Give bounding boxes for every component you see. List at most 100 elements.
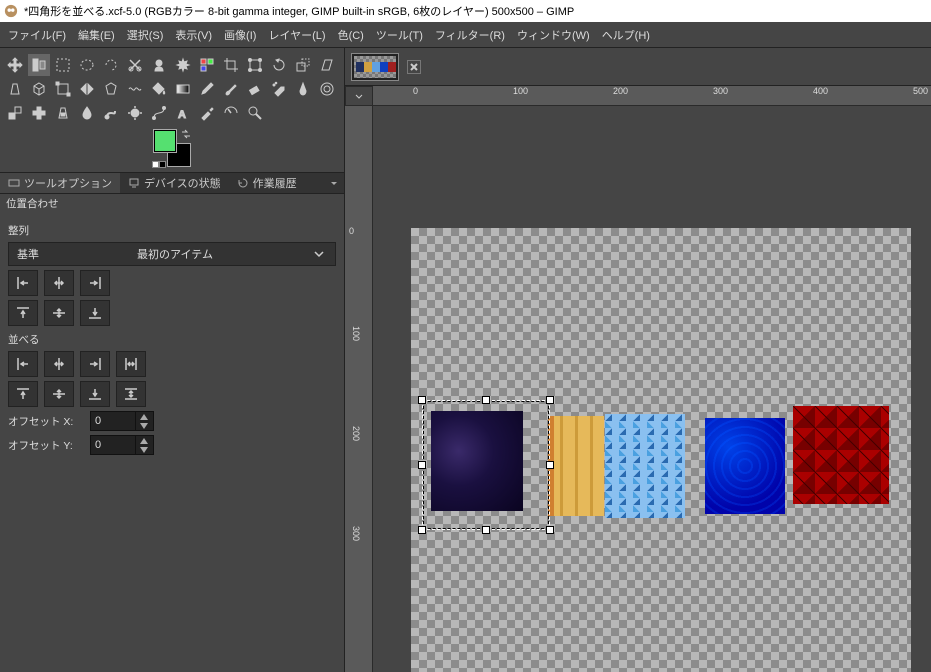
flip-tool[interactable]: [76, 78, 98, 100]
menu-file[interactable]: ファイル(F): [2, 23, 72, 47]
layer-wood[interactable]: [548, 416, 604, 516]
offset-y-up[interactable]: [136, 436, 151, 445]
distribute-right-button[interactable]: [80, 351, 110, 377]
layer-bluepix[interactable]: [605, 414, 685, 518]
airbrush-tool[interactable]: [268, 78, 290, 100]
layer-redcube[interactable]: [793, 406, 889, 504]
offset-x-value[interactable]: [91, 415, 135, 427]
align-right-button[interactable]: [80, 270, 110, 296]
scale-tool[interactable]: [292, 54, 314, 76]
dodge-burn-tool[interactable]: [124, 102, 146, 124]
heal-tool[interactable]: [28, 102, 50, 124]
ellipse-select-tool[interactable]: [76, 54, 98, 76]
dock-menu-icon[interactable]: [328, 177, 340, 189]
ink-tool[interactable]: [292, 78, 314, 100]
image-thumbnail[interactable]: [351, 53, 399, 81]
foreground-select-tool[interactable]: [148, 54, 170, 76]
distribute-bottom-button[interactable]: [80, 381, 110, 407]
clone-tool[interactable]: [4, 102, 26, 124]
tab-device-status[interactable]: デバイスの状態: [120, 173, 229, 193]
measure-tool[interactable]: [220, 102, 242, 124]
distribute-vcenter-button[interactable]: [44, 381, 74, 407]
menu-view[interactable]: 表示(V): [169, 23, 218, 47]
align-bottom-button[interactable]: [80, 300, 110, 326]
offset-x-down[interactable]: [136, 421, 151, 430]
fuzzy-select-tool[interactable]: [172, 54, 194, 76]
menu-colors[interactable]: 色(C): [332, 23, 370, 47]
scissors-tool[interactable]: [124, 54, 146, 76]
distribute-left-button[interactable]: [8, 351, 38, 377]
shear-tool[interactable]: [316, 54, 338, 76]
align-left-button[interactable]: [8, 270, 38, 296]
paintbrush-tool[interactable]: [220, 78, 242, 100]
perspective-tool[interactable]: [4, 78, 26, 100]
swap-colors-icon[interactable]: [180, 128, 192, 140]
3d-transform-tool[interactable]: [28, 78, 50, 100]
handle-n[interactable]: [482, 396, 490, 404]
default-colors-icon[interactable]: [152, 161, 166, 168]
move-tool[interactable]: [4, 54, 26, 76]
distribute-top-button[interactable]: [8, 381, 38, 407]
offset-y-input[interactable]: [90, 435, 154, 455]
color-picker-tool[interactable]: [196, 102, 218, 124]
ruler-horizontal[interactable]: 0 100 200 300 400 500: [373, 86, 931, 106]
rotate-tool[interactable]: [268, 54, 290, 76]
ruler-origin-button[interactable]: [345, 86, 373, 106]
handle-se[interactable]: [546, 526, 554, 534]
align-vcenter-button[interactable]: [44, 300, 74, 326]
menu-image[interactable]: 画像(I): [218, 23, 262, 47]
handle-s[interactable]: [482, 526, 490, 534]
menu-windows[interactable]: ウィンドウ(W): [511, 23, 596, 47]
tab-undo-history[interactable]: 作業履歴: [229, 173, 305, 193]
text-tool[interactable]: A: [172, 102, 194, 124]
by-color-select-tool[interactable]: [196, 54, 218, 76]
mypaint-brush-tool[interactable]: [316, 78, 338, 100]
handle-e[interactable]: [546, 461, 554, 469]
offset-x-up[interactable]: [136, 412, 151, 421]
free-select-tool[interactable]: [100, 54, 122, 76]
cage-tool[interactable]: [100, 78, 122, 100]
unified-transform-tool[interactable]: [244, 54, 266, 76]
menu-edit[interactable]: 編集(E): [72, 23, 121, 47]
bucket-fill-tool[interactable]: [148, 78, 170, 100]
gradient-tool[interactable]: [172, 78, 194, 100]
align-tool[interactable]: [28, 54, 50, 76]
crop-tool[interactable]: [220, 54, 242, 76]
handle-sw[interactable]: [418, 526, 426, 534]
distribute-hcenter-button[interactable]: [44, 351, 74, 377]
perspective-clone-tool[interactable]: [52, 102, 74, 124]
reference-select[interactable]: 基準 最初のアイテム: [8, 242, 336, 266]
rect-select-tool[interactable]: [52, 54, 74, 76]
handle-w[interactable]: [418, 461, 426, 469]
distribute-hgap-button[interactable]: [116, 351, 146, 377]
eraser-tool[interactable]: [244, 78, 266, 100]
menu-filters[interactable]: フィルター(R): [429, 23, 511, 47]
blur-tool[interactable]: [76, 102, 98, 124]
tab-tool-options[interactable]: ツールオプション: [0, 173, 120, 193]
foreground-color[interactable]: [154, 130, 176, 152]
canvas[interactable]: [373, 106, 931, 672]
close-image-button[interactable]: [407, 60, 421, 74]
offset-y-value[interactable]: [91, 439, 135, 451]
layer-boundary: [422, 400, 550, 530]
align-top-button[interactable]: [8, 300, 38, 326]
handle-ne[interactable]: [546, 396, 554, 404]
menu-tools[interactable]: ツール(T): [370, 23, 429, 47]
pencil-tool[interactable]: [196, 78, 218, 100]
menu-select[interactable]: 選択(S): [121, 23, 170, 47]
layer-water[interactable]: [705, 418, 785, 514]
handle-nw[interactable]: [418, 396, 426, 404]
align-hcenter-button[interactable]: [44, 270, 74, 296]
paths-tool[interactable]: [148, 102, 170, 124]
color-swatch[interactable]: [154, 130, 190, 166]
menu-layer[interactable]: レイヤー(L): [262, 23, 331, 47]
zoom-tool[interactable]: [244, 102, 266, 124]
menu-help[interactable]: ヘルプ(H): [596, 23, 656, 47]
warp-tool[interactable]: [124, 78, 146, 100]
ruler-vertical[interactable]: 0 100 200 300: [345, 106, 373, 672]
distribute-vgap-button[interactable]: [116, 381, 146, 407]
handle-transform-tool[interactable]: [52, 78, 74, 100]
offset-x-input[interactable]: [90, 411, 154, 431]
offset-y-down[interactable]: [136, 445, 151, 454]
smudge-tool[interactable]: [100, 102, 122, 124]
